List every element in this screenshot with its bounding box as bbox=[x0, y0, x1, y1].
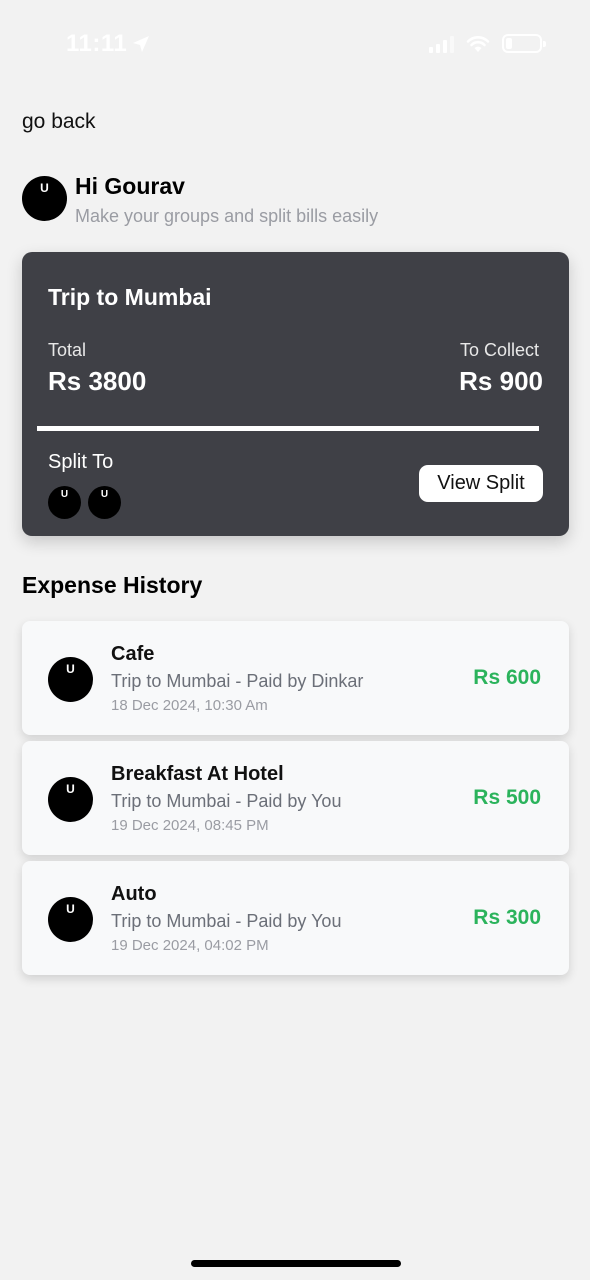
group-title: Trip to Mumbai bbox=[48, 284, 212, 310]
status-bar: 11:11 bbox=[0, 0, 590, 90]
app-screen: 11:11 go back U Hi Gourav Make your grou… bbox=[0, 0, 590, 1280]
split-member-avatar: U bbox=[88, 486, 121, 519]
battery-icon bbox=[502, 34, 546, 53]
expense-amount: Rs 500 bbox=[473, 786, 541, 809]
expense-subtitle: Trip to Mumbai - Paid by You bbox=[111, 911, 342, 931]
expense-avatar: U bbox=[48, 777, 93, 822]
expense-date: 19 Dec 2024, 04:02 PM bbox=[111, 937, 269, 954]
greeting-title: Hi Gourav bbox=[75, 173, 185, 199]
expense-avatar: U bbox=[48, 657, 93, 702]
split-avatars: U U bbox=[48, 486, 121, 519]
status-icons bbox=[429, 34, 546, 53]
to-collect-label: To Collect bbox=[459, 340, 539, 360]
expense-list: U Cafe Trip to Mumbai - Paid by Dinkar 1… bbox=[22, 621, 569, 981]
wifi-icon bbox=[466, 35, 490, 52]
status-time: 11:11 bbox=[66, 30, 128, 57]
total-value: Rs 3800 bbox=[48, 366, 147, 396]
greeting-text: Hi Gourav Make your groups and split bil… bbox=[75, 172, 378, 227]
expense-subtitle: Trip to Mumbai - Paid by Dinkar bbox=[111, 671, 364, 691]
expense-subtitle: Trip to Mumbai - Paid by You bbox=[111, 791, 342, 811]
card-divider bbox=[37, 426, 539, 431]
total-label: Total bbox=[48, 340, 87, 360]
to-collect-value: Rs 900 bbox=[459, 366, 543, 396]
home-indicator[interactable] bbox=[191, 1260, 401, 1267]
expense-history-title: Expense History bbox=[22, 572, 203, 598]
expense-amount: Rs 300 bbox=[473, 906, 541, 929]
greeting-subtitle: Make your groups and split bills easily bbox=[75, 206, 379, 226]
group-summary-card: Trip to Mumbai Total Rs 3800 To Collect … bbox=[22, 252, 569, 536]
expense-item-auto[interactable]: U Auto Trip to Mumbai - Paid by You 19 D… bbox=[22, 861, 569, 975]
expense-avatar: U bbox=[48, 897, 93, 942]
view-split-button[interactable]: View Split bbox=[419, 465, 543, 502]
split-to-label: Split To bbox=[48, 451, 114, 473]
expense-date: 19 Dec 2024, 08:45 PM bbox=[111, 817, 269, 834]
greeting-header: U Hi Gourav Make your groups and split b… bbox=[22, 172, 378, 227]
signal-icon bbox=[429, 35, 454, 53]
expense-date: 18 Dec 2024, 10:30 Am bbox=[111, 697, 268, 714]
user-avatar: U bbox=[22, 176, 67, 221]
expense-title: Cafe bbox=[111, 643, 155, 665]
expense-title: Breakfast At Hotel bbox=[111, 763, 284, 785]
status-time-group: 11:11 bbox=[66, 30, 151, 58]
go-back-link[interactable]: go back bbox=[22, 110, 96, 134]
expense-item-breakfast[interactable]: U Breakfast At Hotel Trip to Mumbai - Pa… bbox=[22, 741, 569, 855]
location-arrow-icon bbox=[133, 36, 150, 52]
expense-title: Auto bbox=[111, 883, 157, 905]
split-member-avatar: U bbox=[48, 486, 81, 519]
expense-amount: Rs 600 bbox=[473, 666, 541, 689]
expense-item-cafe[interactable]: U Cafe Trip to Mumbai - Paid by Dinkar 1… bbox=[22, 621, 569, 735]
